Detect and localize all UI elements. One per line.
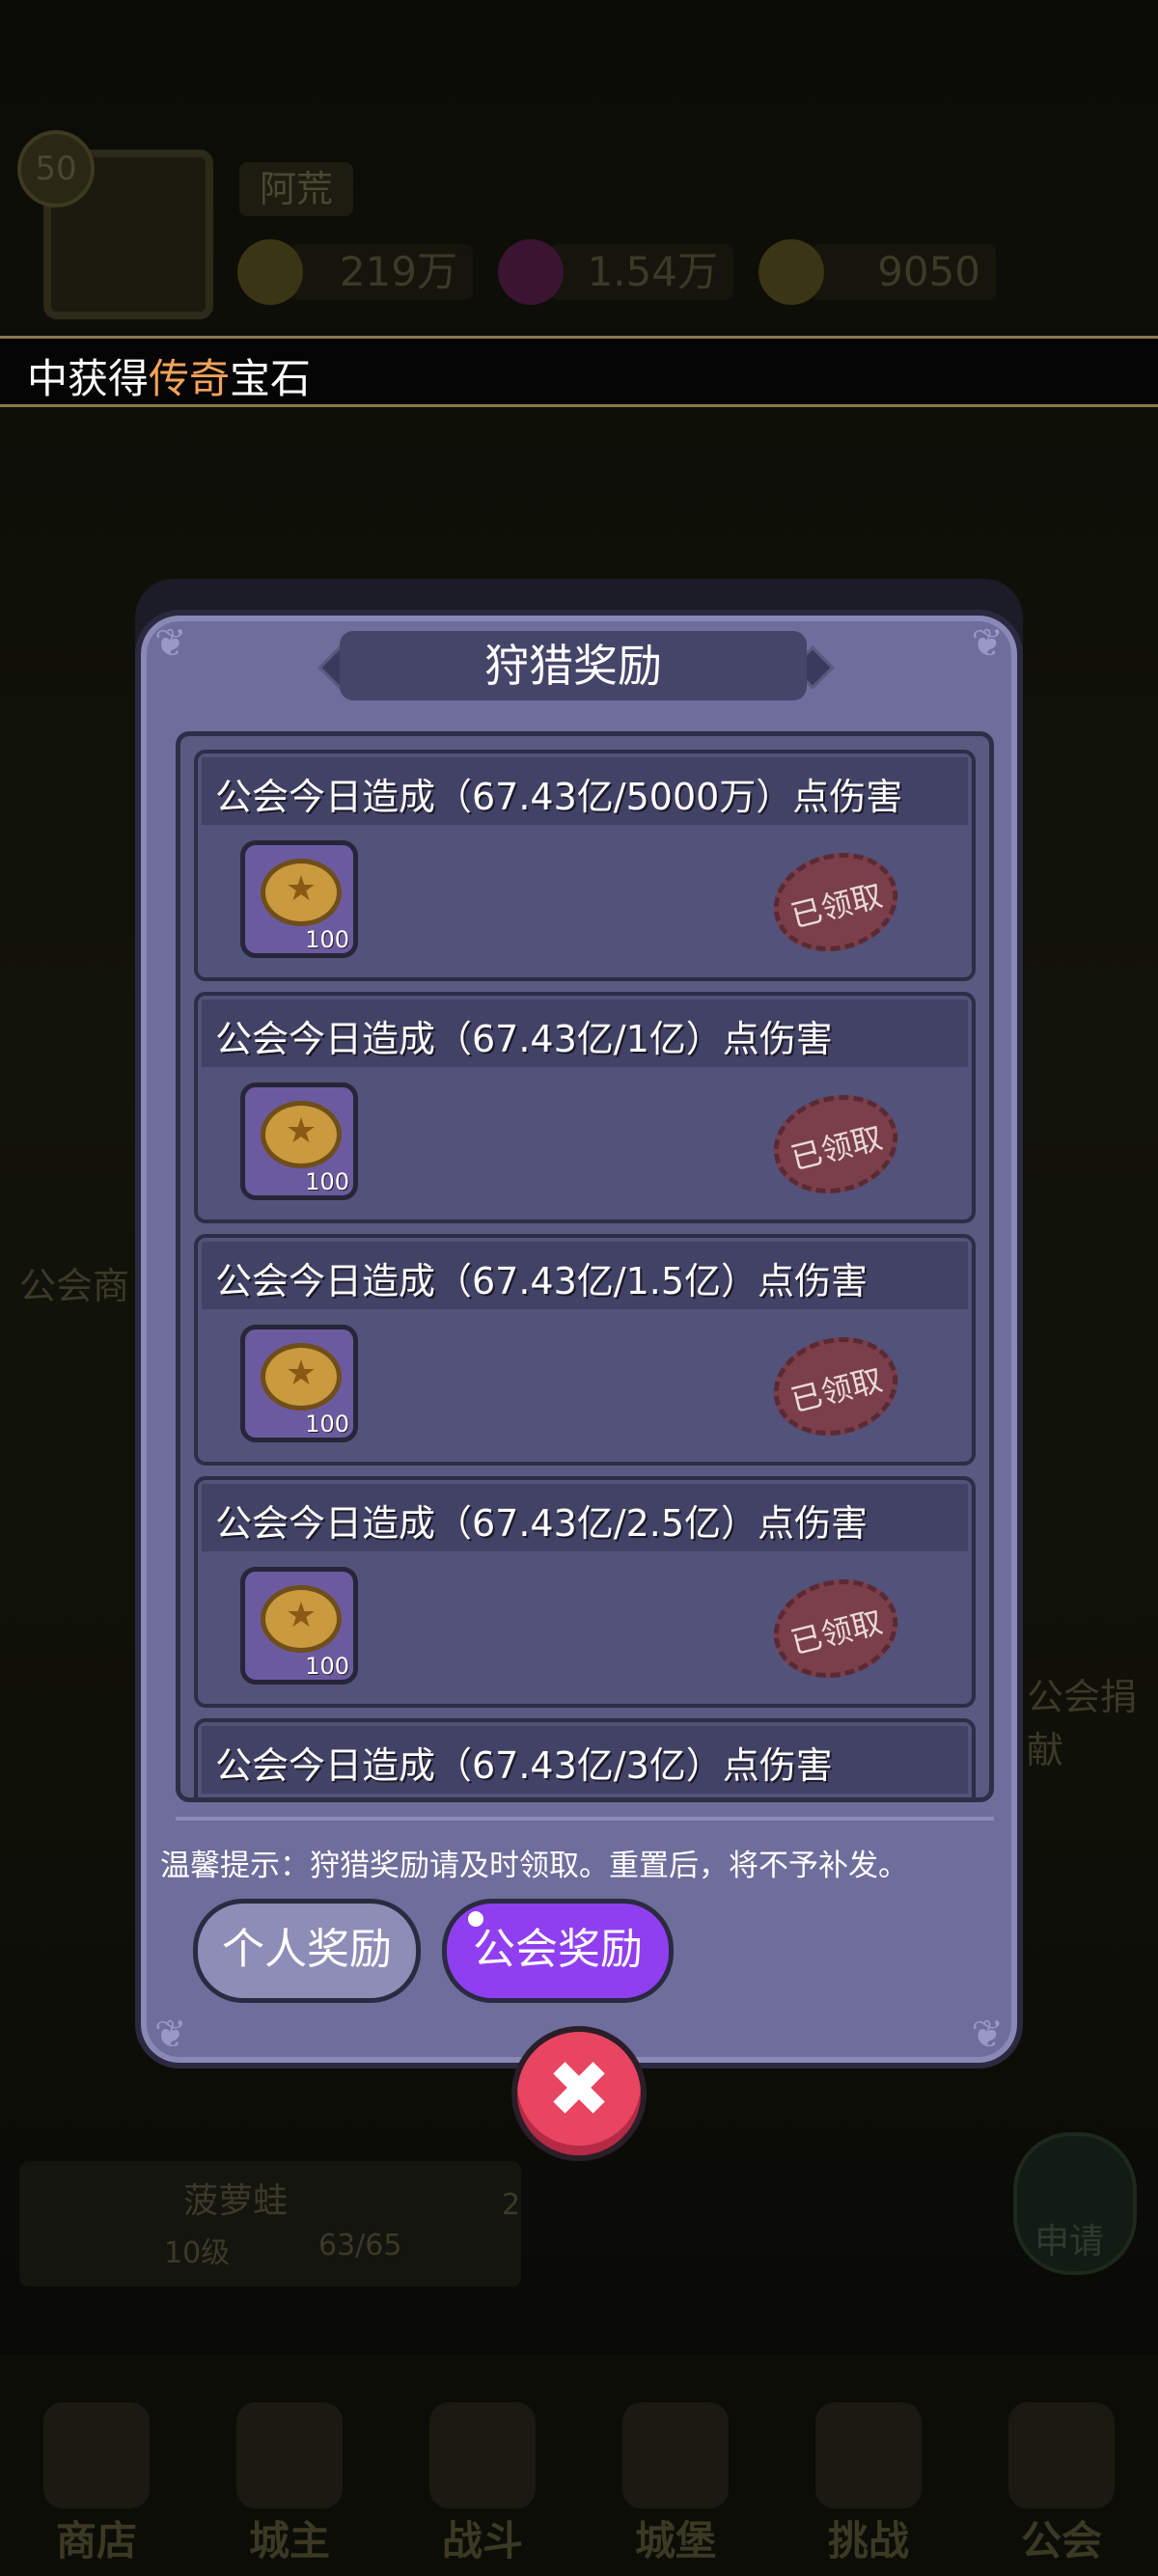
claimed-label: 已领取 (786, 876, 887, 935)
guild-level: 10级 (164, 2236, 231, 2270)
guild-coin-icon: ★ (261, 859, 342, 926)
reward-slot[interactable]: ★ 100 (240, 840, 358, 958)
reward-count: 100 (305, 1653, 349, 1680)
hunt-reward-modal: ❦ ❦ ❦ ❦ 狩猎奖励 公会今日造成（67.43亿/5000万）点伤害 ★ 1… (135, 610, 1023, 2069)
reward-item: 公会今日造成（67.43亿/3亿）点伤害 (194, 1718, 976, 1797)
close-icon: ✖ (546, 2044, 612, 2134)
guild-coin-icon: ★ (261, 1585, 342, 1653)
corner-ornament-icon: ❦ (971, 621, 1004, 666)
claimed-stamp: 已领取 (762, 1566, 909, 1691)
player-header: 50 阿荒 219万 1.54万 9050 (0, 0, 1158, 328)
guild-donate-label: 公会捐献 (1027, 1676, 1138, 1771)
divider (176, 1817, 994, 1821)
nav-guild[interactable]: 公会 (1021, 2508, 1102, 2567)
guild-members: 63/65 (318, 2229, 402, 2262)
reward-slot[interactable]: ★ 100 (240, 1082, 358, 1200)
news-ticker: 中获得传奇宝石 (0, 336, 1158, 407)
castle-icon[interactable] (622, 2402, 729, 2508)
apply-button[interactable]: 申请 (1013, 2132, 1137, 2275)
guild-coin-icon: ★ (261, 1101, 342, 1168)
reward-item-header: 公会今日造成（67.43亿/5000万）点伤害 (202, 757, 968, 825)
reward-condition: 公会今日造成（67.43亿/5000万）点伤害 (215, 776, 903, 818)
modal-title: 狩猎奖励 (484, 640, 662, 692)
highlight-dot (468, 1911, 483, 1927)
reward-item-header: 公会今日造成（67.43亿/2.5亿）点伤害 (202, 1484, 968, 1551)
lord-icon[interactable] (236, 2402, 343, 2508)
notification-badge: 2 (502, 2188, 521, 2222)
tab-guild-reward[interactable]: 公会奖励 (442, 1899, 674, 2003)
nav-challenge[interactable]: 挑战 (828, 2508, 909, 2567)
gold-icon[interactable] (237, 239, 303, 305)
guild-name: 菠萝蛙 (183, 2181, 289, 2221)
corner-ornament-icon: ❦ (154, 2013, 187, 2057)
tab-personal-reward[interactable]: 个人奖励 (193, 1899, 421, 2003)
reward-item: 公会今日造成（67.43亿/2.5亿）点伤害 ★ 100 已领取 (194, 1476, 976, 1708)
shop-icon[interactable] (43, 2402, 150, 2508)
reward-slot[interactable]: ★ 100 (240, 1567, 358, 1685)
reset-hint: 温馨提示：狩猎奖励请及时领取。重置后，将不予补发。 (160, 1849, 908, 1883)
guild-info-panel: 菠萝蛙 10级 63/65 2 (19, 2161, 521, 2287)
claimed-stamp: 已领取 (762, 1324, 909, 1449)
claimed-label: 已领取 (786, 1118, 887, 1177)
guild-icon[interactable] (1008, 2402, 1115, 2508)
ticker-suffix: 宝石 (230, 355, 312, 402)
challenge-icon[interactable] (815, 2402, 922, 2508)
gem-icon[interactable] (498, 239, 564, 305)
claimed-stamp: 已领取 (762, 839, 909, 965)
nav-battle[interactable]: 战斗 (442, 2508, 523, 2567)
player-name: 阿荒 (239, 162, 353, 216)
nav-lord[interactable]: 城主 (249, 2508, 330, 2567)
reward-condition: 公会今日造成（67.43亿/1亿）点伤害 (215, 1018, 833, 1060)
claimed-label: 已领取 (786, 1360, 887, 1419)
reward-item: 公会今日造成（67.43亿/1亿）点伤害 ★ 100 已领取 (194, 992, 976, 1223)
reward-condition: 公会今日造成（67.43亿/2.5亿）点伤害 (215, 1502, 868, 1545)
apply-label: 申请 (1034, 2222, 1105, 2261)
reward-count: 100 (305, 1168, 349, 1195)
nav-shop[interactable]: 商店 (56, 2508, 137, 2567)
coin-icon[interactable] (758, 239, 824, 305)
close-button[interactable]: ✖ (511, 2026, 647, 2161)
reward-item: 公会今日造成（67.43亿/5000万）点伤害 ★ 100 已领取 (194, 750, 976, 981)
reward-item-header: 公会今日造成（67.43亿/3亿）点伤害 (202, 1726, 968, 1794)
reward-count: 100 (305, 926, 349, 953)
resource-coin: 9050 (813, 244, 996, 300)
battle-icon[interactable] (429, 2402, 536, 2508)
bottom-nav (0, 2354, 1158, 2576)
claimed-stamp: 已领取 (762, 1082, 909, 1207)
reward-item-header: 公会今日造成（67.43亿/1.5亿）点伤害 (202, 1242, 968, 1309)
resource-gem: 1.54万 (550, 244, 733, 300)
corner-ornament-icon: ❦ (971, 2013, 1004, 2057)
guild-coin-icon: ★ (261, 1343, 342, 1411)
level-badge: 50 (17, 130, 95, 207)
corner-ornament-icon: ❦ (154, 621, 187, 666)
reward-condition: 公会今日造成（67.43亿/3亿）点伤害 (215, 1744, 833, 1787)
nav-castle[interactable]: 城堡 (635, 2508, 716, 2567)
reward-count: 100 (305, 1411, 349, 1438)
claimed-label: 已领取 (786, 1603, 887, 1661)
ticker-text: 中获得传奇宝石 (27, 346, 311, 405)
ticker-prefix: 中获得 (27, 355, 150, 402)
ticker-highlight: 传奇 (149, 355, 231, 402)
reward-slot[interactable]: ★ 100 (240, 1325, 358, 1442)
reward-condition: 公会今日造成（67.43亿/1.5亿）点伤害 (215, 1260, 868, 1302)
reward-list[interactable]: 公会今日造成（67.43亿/5000万）点伤害 ★ 100 已领取 公会今日造成… (176, 731, 994, 1802)
resource-gold: 219万 (290, 244, 473, 300)
reward-item-header: 公会今日造成（67.43亿/1亿）点伤害 (202, 1000, 968, 1067)
reward-item: 公会今日造成（67.43亿/1.5亿）点伤害 ★ 100 已领取 (194, 1234, 976, 1466)
tab-guild-label: 公会奖励 (473, 1925, 643, 1974)
guild-shop-label: 公会商 (19, 1265, 130, 1307)
